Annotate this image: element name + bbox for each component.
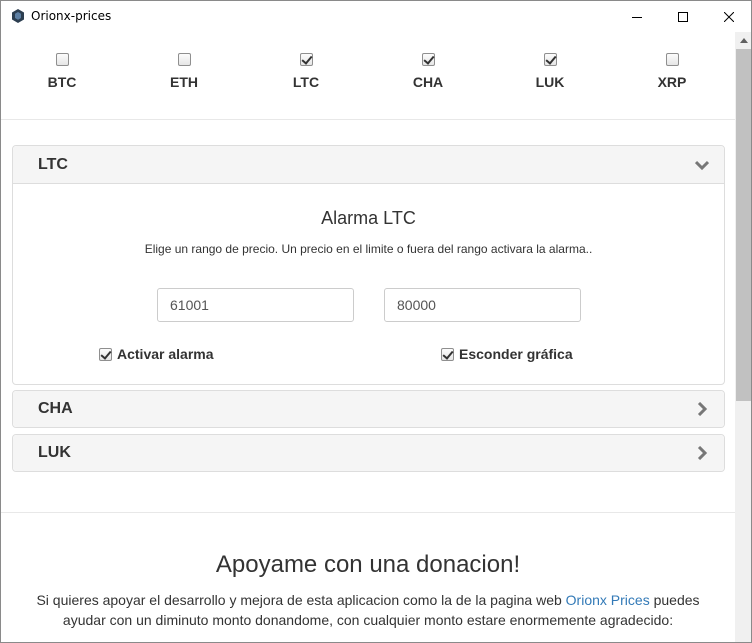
orionx-prices-link[interactable]: Orionx Prices <box>566 592 650 608</box>
main-content: BTC ETH LTC CHA LUK XRP LTC Alarma LTC E… <box>1 32 735 642</box>
hide-chart-option[interactable]: Esconder gráfica <box>441 346 573 362</box>
coin-label-btc: BTC <box>47 74 77 90</box>
close-button[interactable] <box>706 1 751 32</box>
coin-eth[interactable]: ETH <box>154 53 214 90</box>
alarm-description: Elige un rango de precio. Un precio en e… <box>144 242 593 256</box>
panel-luk: LUK <box>12 434 725 472</box>
min-price-input[interactable] <box>157 288 354 322</box>
chevron-down-icon <box>694 158 710 177</box>
minimize-button[interactable] <box>614 1 660 32</box>
coin-checkbox-xrp[interactable] <box>665 53 679 66</box>
chevron-right-icon <box>695 445 709 465</box>
panel-ltc: LTC Alarma LTC Elige un rango de precio.… <box>12 145 725 385</box>
alarm-title: Alarma LTC <box>321 208 416 228</box>
panel-title-cha: CHA <box>38 400 73 417</box>
maximize-button[interactable] <box>660 1 706 32</box>
activate-alarm-label: Activar alarma <box>117 346 214 362</box>
coin-xrp[interactable]: XRP <box>642 53 702 90</box>
panel-body-ltc: Alarma LTC Elige un rango de precio. Un … <box>13 184 724 384</box>
hide-chart-checkbox[interactable] <box>441 347 454 361</box>
coin-label-eth: ETH <box>170 74 198 90</box>
title-bar[interactable]: Orionx-prices <box>1 1 751 32</box>
chevron-right-icon <box>695 401 709 421</box>
coin-checkbox-ltc[interactable] <box>299 53 313 66</box>
panel-title-ltc: LTC <box>38 156 68 173</box>
coin-luk[interactable]: LUK <box>520 53 580 90</box>
panel-cha: CHA <box>12 390 725 428</box>
activate-alarm-option[interactable]: Activar alarma <box>99 346 214 362</box>
maximize-icon <box>678 11 688 22</box>
coin-checkbox-btc[interactable] <box>55 53 69 66</box>
coin-label-luk: LUK <box>535 74 565 90</box>
close-icon <box>724 11 734 22</box>
donation-title: Apoyame con una donacion! <box>215 551 521 578</box>
coin-checkbox-luk[interactable] <box>543 53 557 66</box>
panel-header-cha[interactable]: CHA <box>13 391 724 427</box>
donation-text: Si quieres apoyar el desarrollo y mejora… <box>21 590 715 630</box>
coin-cha[interactable]: CHA <box>398 53 458 90</box>
app-icon <box>10 8 26 24</box>
max-price-input[interactable] <box>384 288 581 322</box>
coin-btc[interactable]: BTC <box>32 53 92 90</box>
coin-label-xrp: XRP <box>657 74 687 90</box>
window-title: Orionx-prices <box>31 9 112 23</box>
coin-label-ltc: LTC <box>292 74 320 90</box>
hide-chart-label: Esconder gráfica <box>459 346 573 362</box>
app-window: Orionx-prices BTC ETH LTC CHA LUK XRP LT… <box>0 0 752 643</box>
scrollbar-thumb[interactable] <box>736 49 751 401</box>
coin-checkbox-cha[interactable] <box>421 53 435 66</box>
panel-header-luk[interactable]: LUK <box>13 435 724 471</box>
minimize-icon <box>632 16 642 18</box>
activate-alarm-checkbox[interactable] <box>99 347 112 361</box>
coin-selector: BTC ETH LTC CHA LUK XRP <box>1 32 735 120</box>
vertical-scrollbar[interactable] <box>735 32 751 642</box>
panel-header-ltc[interactable]: LTC <box>13 146 724 184</box>
donation-text-before: Si quieres apoyar el desarrollo y mejora… <box>36 592 566 608</box>
scroll-up-arrow-icon[interactable] <box>735 32 751 49</box>
section-divider <box>1 512 735 513</box>
coin-label-cha: CHA <box>412 74 444 90</box>
coin-checkbox-eth[interactable] <box>177 53 191 66</box>
coin-ltc[interactable]: LTC <box>276 53 336 90</box>
panel-title-luk: LUK <box>38 444 71 461</box>
